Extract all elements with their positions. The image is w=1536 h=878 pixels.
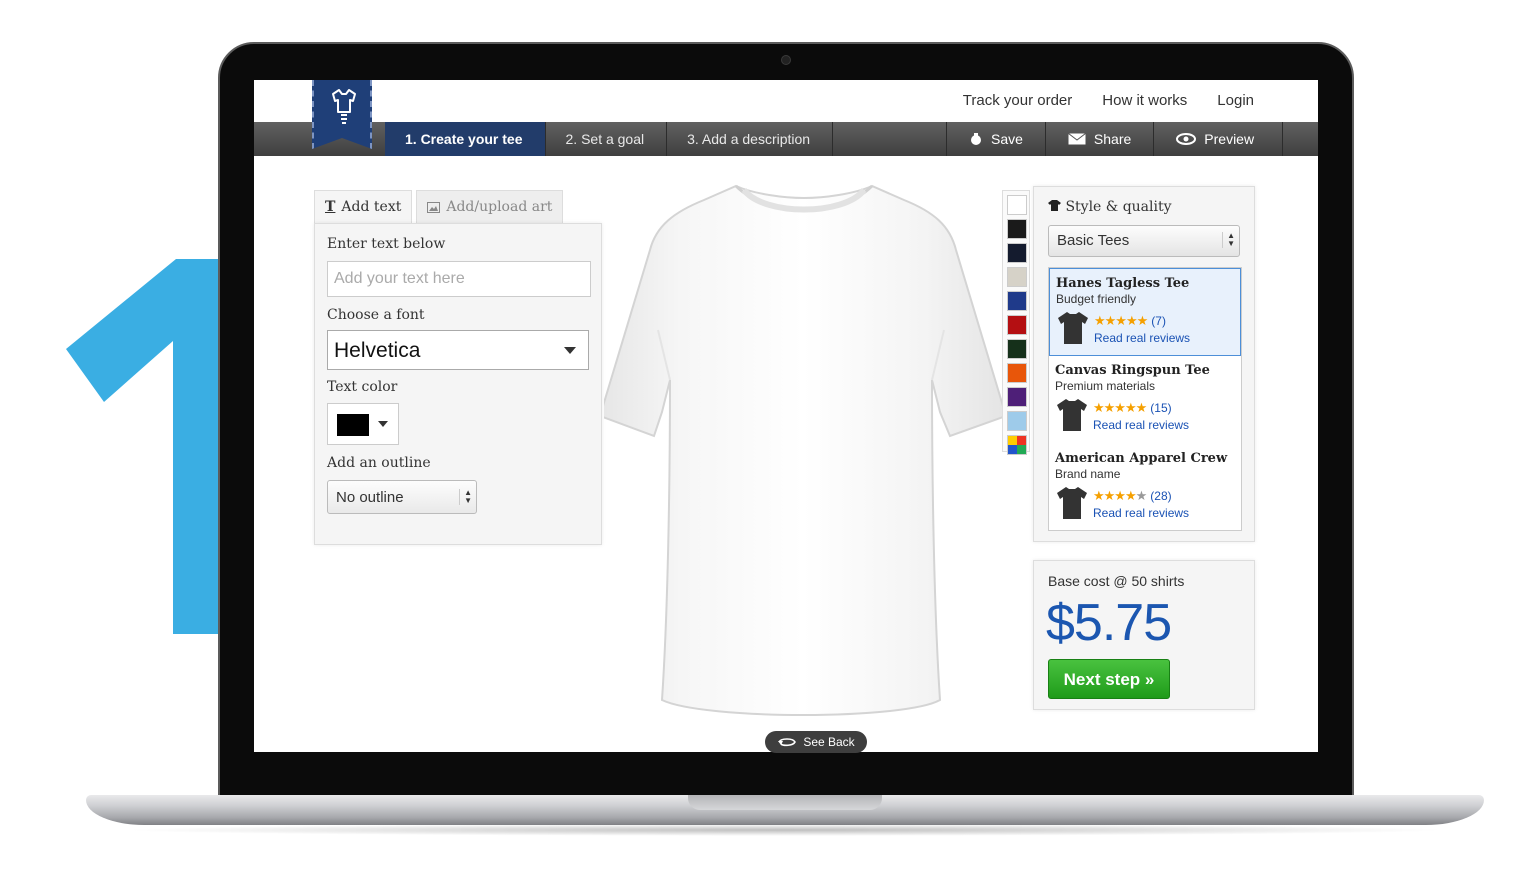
- read-reviews-link[interactable]: Read real reviews: [1093, 506, 1189, 520]
- product-name: Hanes Tagless Tee: [1056, 276, 1190, 291]
- product-name: Canvas Ringspun Tee: [1055, 363, 1210, 378]
- step-create-tee[interactable]: 1. Create your tee: [385, 122, 546, 156]
- swatch-sand[interactable]: [1007, 267, 1027, 287]
- swatch-purple[interactable]: [1007, 387, 1027, 407]
- tshirt-thumb-icon: [1057, 399, 1087, 431]
- share-label: Share: [1093, 131, 1132, 147]
- product-name: American Apparel Crew: [1055, 451, 1228, 466]
- style-select[interactable]: Basic Tees ▲ ▼: [1048, 225, 1240, 257]
- review-count: (7): [1151, 314, 1166, 328]
- tab-add-text[interactable]: T Add text: [314, 190, 413, 224]
- product-hanes[interactable]: Hanes Tagless Tee Budget friendly ★★★★★(…: [1049, 268, 1241, 356]
- color-swatches: [1002, 190, 1030, 455]
- read-reviews-link[interactable]: Read real reviews: [1093, 418, 1189, 432]
- next-step-button[interactable]: Next step »: [1048, 659, 1170, 699]
- product-subtitle: Premium materials: [1055, 379, 1156, 393]
- tshirt-logo-icon: [332, 89, 356, 124]
- how-it-works-link[interactable]: How it works: [1102, 92, 1187, 109]
- product-list: Hanes Tagless Tee Budget friendly ★★★★★(…: [1048, 267, 1242, 531]
- design-tabs: T Add text Add/upload art: [314, 190, 567, 224]
- style-quality-title: Style & quality: [1048, 199, 1172, 215]
- save-label: Save: [991, 131, 1023, 147]
- cost-panel: Base cost @ 50 shirts $5.75 Next step »: [1033, 560, 1255, 710]
- style-value: Basic Tees: [1057, 232, 1130, 249]
- app-screen: Track your order How it works Login 1. C…: [254, 80, 1318, 752]
- chevron-down-icon: [564, 347, 576, 354]
- font-label: Choose a font: [327, 307, 425, 323]
- save-icon: [971, 133, 981, 145]
- swatch-navy[interactable]: [1007, 243, 1027, 263]
- font-value: Helvetica: [334, 339, 421, 362]
- envelope-icon: [1068, 133, 1086, 145]
- step-add-description[interactable]: 3. Add a description: [667, 122, 834, 156]
- tshirt-thumb-icon: [1058, 312, 1088, 344]
- step-set-goal[interactable]: 2. Set a goal: [546, 122, 668, 156]
- see-back-button[interactable]: See Back: [765, 731, 867, 753]
- text-input[interactable]: Add your text here: [327, 261, 591, 297]
- login-link[interactable]: Login: [1217, 92, 1254, 109]
- preview-label: Preview: [1204, 131, 1255, 147]
- swatch-orange[interactable]: [1007, 363, 1027, 383]
- preview-button[interactable]: Preview: [1153, 122, 1284, 156]
- swatch-white[interactable]: [1007, 195, 1027, 215]
- enter-text-label: Enter text below: [327, 236, 446, 252]
- updown-arrows-icon: ▲ ▼: [1222, 232, 1235, 248]
- step-bar: 1. Create your tee 2. Set a goal 3. Add …: [254, 122, 1318, 156]
- share-button[interactable]: Share: [1044, 122, 1153, 156]
- camera-icon: [781, 55, 791, 65]
- price: $5.75: [1046, 594, 1172, 652]
- page: Track your order How it works Login 1. C…: [0, 0, 1536, 878]
- more-colors-icon[interactable]: [1007, 435, 1027, 455]
- review-count: (28): [1150, 489, 1172, 503]
- top-bar: Track your order How it works Login: [254, 80, 1318, 122]
- step-tabs: 1. Create your tee 2. Set a goal 3. Add …: [385, 122, 834, 156]
- swatch-royal[interactable]: [1007, 291, 1027, 311]
- eye-icon: [1176, 133, 1197, 145]
- track-order-link[interactable]: Track your order: [963, 92, 1072, 109]
- tab-upload-art[interactable]: Add/upload art: [416, 190, 564, 224]
- style-quality-panel: Style & quality Basic Tees ▲ ▼ Hanes Tagl…: [1033, 186, 1255, 542]
- tab-add-text-label: Add text: [341, 199, 402, 215]
- text-tool-icon: T: [325, 199, 336, 215]
- outline-label: Add an outline: [327, 455, 431, 471]
- base-cost-label: Base cost @ 50 shirts: [1048, 573, 1185, 589]
- add-text-panel: Enter text below Add your text here Choo…: [314, 223, 602, 545]
- product-subtitle: Brand name: [1055, 467, 1121, 481]
- laptop-shadow: [120, 824, 1450, 836]
- outline-select[interactable]: No outline ▲ ▼: [327, 480, 477, 514]
- style-quality-title-text: Style & quality: [1065, 199, 1172, 215]
- text-color-label: Text color: [327, 379, 398, 395]
- see-back-label: See Back: [803, 735, 855, 749]
- text-color-picker[interactable]: [327, 403, 399, 445]
- tshirt-thumb-icon: [1057, 487, 1087, 519]
- image-icon: [427, 201, 441, 213]
- outline-value: No outline: [336, 489, 404, 506]
- swatch-black[interactable]: [1007, 219, 1027, 239]
- swatch-forest[interactable]: [1007, 339, 1027, 359]
- read-reviews-link[interactable]: Read real reviews: [1094, 331, 1190, 345]
- swatch-light-blue[interactable]: [1007, 411, 1027, 431]
- updown-arrows-icon: ▲ ▼: [459, 489, 472, 505]
- chevron-down-icon: [378, 421, 388, 427]
- font-select[interactable]: Helvetica: [327, 330, 589, 370]
- tshirt-preview[interactable]: [604, 180, 1004, 725]
- product-canvas[interactable]: Canvas Ringspun Tee Premium materials ★★…: [1049, 356, 1241, 444]
- review-count: (15): [1150, 401, 1172, 415]
- tshirt-icon: [1048, 200, 1061, 211]
- star-rating: ★★★★★ (15): [1093, 400, 1172, 415]
- top-links: Track your order How it works Login: [963, 92, 1254, 109]
- star-rating: ★★★★★ (7): [1094, 313, 1166, 328]
- swatch-red[interactable]: [1007, 315, 1027, 335]
- product-american-apparel[interactable]: American Apparel Crew Brand name ★★★★★ (2…: [1049, 444, 1241, 532]
- rotate-icon: [778, 738, 797, 747]
- tab-upload-art-label: Add/upload art: [446, 199, 553, 215]
- star-rating: ★★★★★ (28): [1093, 488, 1172, 503]
- laptop-notch: [688, 795, 882, 810]
- color-swatch: [337, 414, 369, 436]
- action-buttons: Save Share Preview: [946, 122, 1284, 156]
- product-subtitle: Budget friendly: [1056, 292, 1137, 306]
- save-button[interactable]: Save: [946, 122, 1045, 156]
